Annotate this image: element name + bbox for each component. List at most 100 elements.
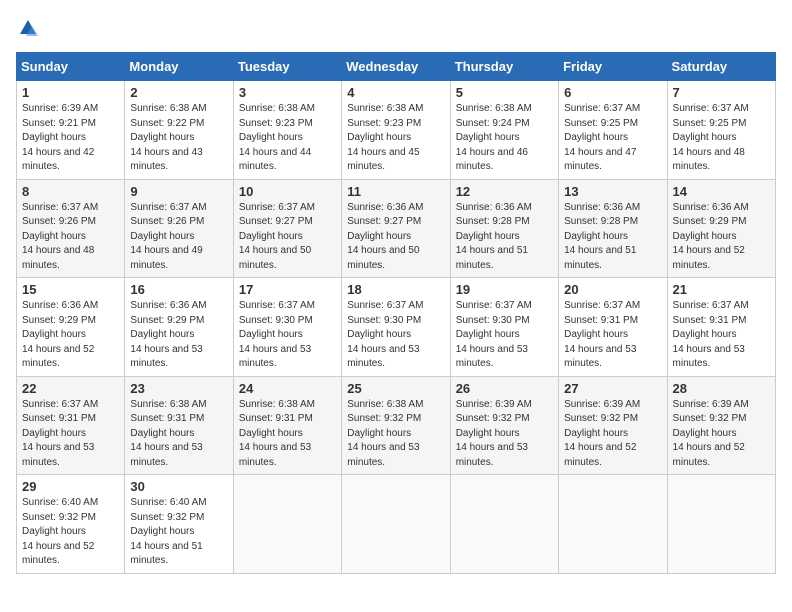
day-info: Sunrise: 6:36 AM Sunset: 9:29 PM Dayligh… — [130, 299, 227, 372]
calendar-cell: 14 Sunrise: 6:36 AM Sunset: 9:29 PM Dayl… — [667, 179, 775, 278]
calendar-cell: 11 Sunrise: 6:36 AM Sunset: 9:27 PM Dayl… — [342, 179, 450, 278]
calendar-cell: 3 Sunrise: 6:38 AM Sunset: 9:23 PM Dayli… — [233, 81, 341, 180]
day-info: Sunrise: 6:37 AM Sunset: 9:26 PM Dayligh… — [22, 201, 119, 274]
day-info: Sunrise: 6:39 AM Sunset: 9:32 PM Dayligh… — [673, 398, 770, 471]
day-number: 26 — [456, 381, 553, 396]
calendar-cell: 5 Sunrise: 6:38 AM Sunset: 9:24 PM Dayli… — [450, 81, 558, 180]
day-number: 19 — [456, 282, 553, 297]
weekday-header-friday: Friday — [559, 53, 667, 81]
weekday-header-saturday: Saturday — [667, 53, 775, 81]
day-number: 6 — [564, 85, 661, 100]
day-info: Sunrise: 6:38 AM Sunset: 9:24 PM Dayligh… — [456, 102, 553, 175]
weekday-header-sunday: Sunday — [17, 53, 125, 81]
day-number: 14 — [673, 184, 770, 199]
day-number: 23 — [130, 381, 227, 396]
day-number: 27 — [564, 381, 661, 396]
day-number: 25 — [347, 381, 444, 396]
calendar-cell: 22 Sunrise: 6:37 AM Sunset: 9:31 PM Dayl… — [17, 376, 125, 475]
day-info: Sunrise: 6:37 AM Sunset: 9:25 PM Dayligh… — [673, 102, 770, 175]
calendar-cell: 15 Sunrise: 6:36 AM Sunset: 9:29 PM Dayl… — [17, 278, 125, 377]
calendar-cell: 24 Sunrise: 6:38 AM Sunset: 9:31 PM Dayl… — [233, 376, 341, 475]
day-info: Sunrise: 6:39 AM Sunset: 9:32 PM Dayligh… — [456, 398, 553, 471]
calendar-cell: 20 Sunrise: 6:37 AM Sunset: 9:31 PM Dayl… — [559, 278, 667, 377]
calendar-cell: 4 Sunrise: 6:38 AM Sunset: 9:23 PM Dayli… — [342, 81, 450, 180]
day-info: Sunrise: 6:39 AM Sunset: 9:21 PM Dayligh… — [22, 102, 119, 175]
day-number: 11 — [347, 184, 444, 199]
calendar-cell: 27 Sunrise: 6:39 AM Sunset: 9:32 PM Dayl… — [559, 376, 667, 475]
calendar-cell: 26 Sunrise: 6:39 AM Sunset: 9:32 PM Dayl… — [450, 376, 558, 475]
day-info: Sunrise: 6:37 AM Sunset: 9:30 PM Dayligh… — [456, 299, 553, 372]
calendar-cell: 6 Sunrise: 6:37 AM Sunset: 9:25 PM Dayli… — [559, 81, 667, 180]
day-number: 10 — [239, 184, 336, 199]
day-number: 20 — [564, 282, 661, 297]
calendar-cell: 2 Sunrise: 6:38 AM Sunset: 9:22 PM Dayli… — [125, 81, 233, 180]
calendar-cell: 16 Sunrise: 6:36 AM Sunset: 9:29 PM Dayl… — [125, 278, 233, 377]
weekday-header-thursday: Thursday — [450, 53, 558, 81]
calendar-cell: 23 Sunrise: 6:38 AM Sunset: 9:31 PM Dayl… — [125, 376, 233, 475]
day-info: Sunrise: 6:40 AM Sunset: 9:32 PM Dayligh… — [22, 496, 119, 569]
day-number: 29 — [22, 479, 119, 494]
calendar-cell: 13 Sunrise: 6:36 AM Sunset: 9:28 PM Dayl… — [559, 179, 667, 278]
calendar-cell — [342, 475, 450, 574]
weekday-header-monday: Monday — [125, 53, 233, 81]
day-info: Sunrise: 6:38 AM Sunset: 9:32 PM Dayligh… — [347, 398, 444, 471]
calendar-cell: 19 Sunrise: 6:37 AM Sunset: 9:30 PM Dayl… — [450, 278, 558, 377]
calendar-cell: 12 Sunrise: 6:36 AM Sunset: 9:28 PM Dayl… — [450, 179, 558, 278]
day-number: 8 — [22, 184, 119, 199]
day-number: 16 — [130, 282, 227, 297]
calendar-cell: 25 Sunrise: 6:38 AM Sunset: 9:32 PM Dayl… — [342, 376, 450, 475]
calendar-cell — [233, 475, 341, 574]
day-number: 3 — [239, 85, 336, 100]
calendar-cell — [559, 475, 667, 574]
calendar-cell: 30 Sunrise: 6:40 AM Sunset: 9:32 PM Dayl… — [125, 475, 233, 574]
calendar-cell: 10 Sunrise: 6:37 AM Sunset: 9:27 PM Dayl… — [233, 179, 341, 278]
day-number: 4 — [347, 85, 444, 100]
day-info: Sunrise: 6:37 AM Sunset: 9:31 PM Dayligh… — [22, 398, 119, 471]
day-info: Sunrise: 6:37 AM Sunset: 9:27 PM Dayligh… — [239, 201, 336, 274]
calendar-cell: 21 Sunrise: 6:37 AM Sunset: 9:31 PM Dayl… — [667, 278, 775, 377]
day-info: Sunrise: 6:37 AM Sunset: 9:25 PM Dayligh… — [564, 102, 661, 175]
day-info: Sunrise: 6:37 AM Sunset: 9:31 PM Dayligh… — [673, 299, 770, 372]
day-info: Sunrise: 6:36 AM Sunset: 9:28 PM Dayligh… — [456, 201, 553, 274]
day-number: 22 — [22, 381, 119, 396]
day-number: 18 — [347, 282, 444, 297]
day-info: Sunrise: 6:38 AM Sunset: 9:31 PM Dayligh… — [130, 398, 227, 471]
day-number: 28 — [673, 381, 770, 396]
day-number: 7 — [673, 85, 770, 100]
day-number: 9 — [130, 184, 227, 199]
day-number: 1 — [22, 85, 119, 100]
day-info: Sunrise: 6:36 AM Sunset: 9:29 PM Dayligh… — [22, 299, 119, 372]
day-info: Sunrise: 6:36 AM Sunset: 9:29 PM Dayligh… — [673, 201, 770, 274]
day-number: 12 — [456, 184, 553, 199]
day-info: Sunrise: 6:38 AM Sunset: 9:23 PM Dayligh… — [347, 102, 444, 175]
day-info: Sunrise: 6:37 AM Sunset: 9:30 PM Dayligh… — [347, 299, 444, 372]
day-number: 21 — [673, 282, 770, 297]
day-info: Sunrise: 6:38 AM Sunset: 9:23 PM Dayligh… — [239, 102, 336, 175]
day-number: 13 — [564, 184, 661, 199]
logo — [16, 16, 44, 40]
day-number: 15 — [22, 282, 119, 297]
day-info: Sunrise: 6:37 AM Sunset: 9:26 PM Dayligh… — [130, 201, 227, 274]
header — [16, 16, 776, 40]
day-number: 24 — [239, 381, 336, 396]
calendar-cell: 7 Sunrise: 6:37 AM Sunset: 9:25 PM Dayli… — [667, 81, 775, 180]
day-info: Sunrise: 6:38 AM Sunset: 9:31 PM Dayligh… — [239, 398, 336, 471]
day-info: Sunrise: 6:38 AM Sunset: 9:22 PM Dayligh… — [130, 102, 227, 175]
day-info: Sunrise: 6:37 AM Sunset: 9:31 PM Dayligh… — [564, 299, 661, 372]
calendar-cell: 9 Sunrise: 6:37 AM Sunset: 9:26 PM Dayli… — [125, 179, 233, 278]
day-info: Sunrise: 6:36 AM Sunset: 9:28 PM Dayligh… — [564, 201, 661, 274]
calendar-cell: 18 Sunrise: 6:37 AM Sunset: 9:30 PM Dayl… — [342, 278, 450, 377]
day-info: Sunrise: 6:39 AM Sunset: 9:32 PM Dayligh… — [564, 398, 661, 471]
day-info: Sunrise: 6:36 AM Sunset: 9:27 PM Dayligh… — [347, 201, 444, 274]
day-info: Sunrise: 6:40 AM Sunset: 9:32 PM Dayligh… — [130, 496, 227, 569]
calendar-cell — [667, 475, 775, 574]
day-number: 5 — [456, 85, 553, 100]
day-info: Sunrise: 6:37 AM Sunset: 9:30 PM Dayligh… — [239, 299, 336, 372]
calendar-cell: 1 Sunrise: 6:39 AM Sunset: 9:21 PM Dayli… — [17, 81, 125, 180]
calendar: SundayMondayTuesdayWednesdayThursdayFrid… — [16, 52, 776, 574]
logo-icon — [16, 16, 40, 40]
calendar-cell: 29 Sunrise: 6:40 AM Sunset: 9:32 PM Dayl… — [17, 475, 125, 574]
calendar-cell — [450, 475, 558, 574]
weekday-header-tuesday: Tuesday — [233, 53, 341, 81]
calendar-cell: 28 Sunrise: 6:39 AM Sunset: 9:32 PM Dayl… — [667, 376, 775, 475]
